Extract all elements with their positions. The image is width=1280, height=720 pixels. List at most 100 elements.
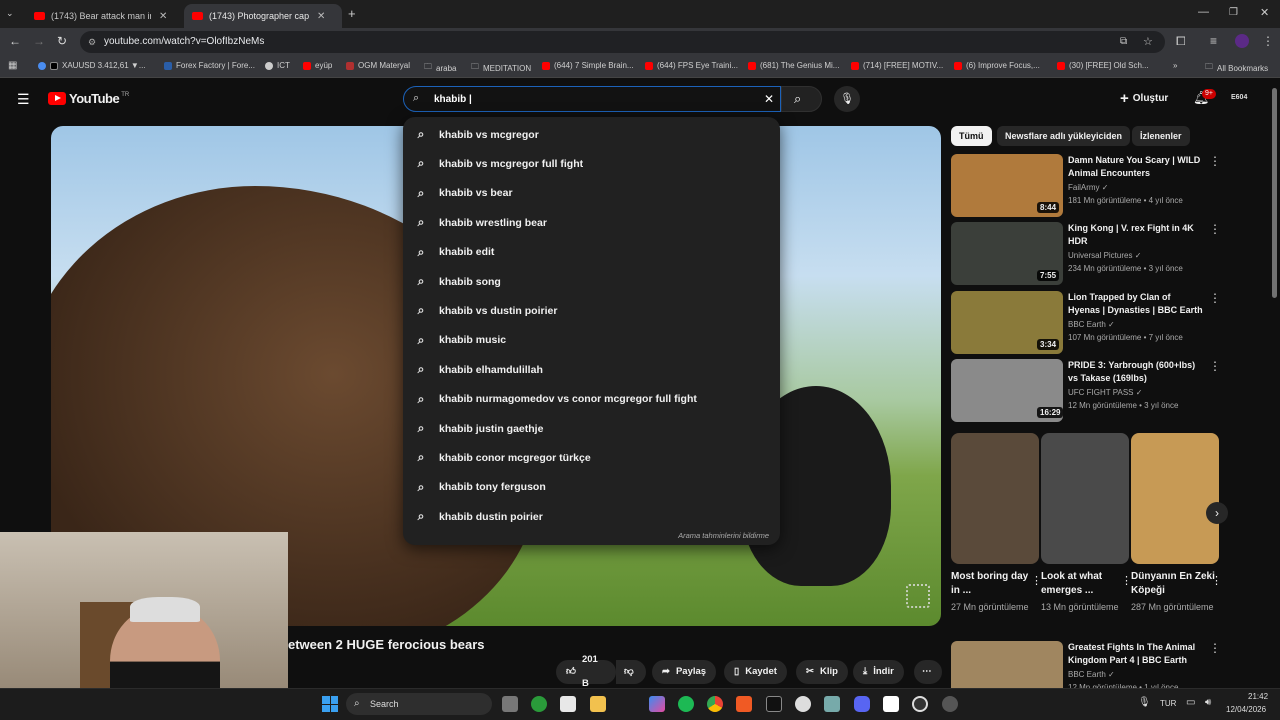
bookmarks-overflow-icon[interactable]: »	[1173, 61, 1177, 70]
restore-icon[interactable]: ❐	[1229, 7, 1238, 18]
language-indicator[interactable]: TUR	[1160, 699, 1176, 708]
spotify-icon[interactable]	[678, 696, 694, 712]
report-predictions-link[interactable]: Arama tahminlerini bildirme	[678, 531, 769, 540]
short-title[interactable]: Dünyanın En Zeki Köpeği	[1131, 570, 1219, 598]
more-options-icon[interactable]: ⋮	[1209, 641, 1221, 655]
network-icon[interactable]: ▭	[1186, 697, 1195, 708]
chrome-taskbar-icon[interactable]	[707, 696, 723, 712]
site-info-icon[interactable]: ⚙	[88, 31, 96, 53]
tradingview-taskbar-icon[interactable]	[766, 696, 782, 712]
chatgpt-icon[interactable]	[795, 696, 811, 712]
youtube-logo[interactable]: YouTube TR	[48, 91, 129, 106]
capcut-icon[interactable]	[883, 696, 899, 712]
like-button[interactable]: 👍︎ 201 B	[556, 654, 616, 689]
share-button[interactable]: ➦ Paylaş	[652, 660, 717, 684]
short-thumbnail[interactable]	[951, 433, 1039, 564]
clear-search-icon[interactable]: ✕	[764, 92, 774, 106]
bookmark-motiv[interactable]: (714) [FREE] MOTIV...	[851, 61, 943, 70]
chip-uploader[interactable]: Newsflare adlı yükleyiciden	[997, 126, 1131, 146]
new-tab-button[interactable]: +	[348, 6, 356, 21]
bookmark-focus[interactable]: (6) Improve Focus,...	[954, 61, 1040, 70]
more-options-icon[interactable]: ⋮	[1209, 359, 1221, 373]
brave-icon[interactable]	[736, 696, 752, 712]
suggestion-item[interactable]: ⌕ khabib edit	[403, 238, 780, 267]
clock-time[interactable]: 21:42	[1248, 692, 1268, 701]
windows-start-icon[interactable]	[322, 696, 338, 712]
short-thumbnail[interactable]	[1131, 433, 1219, 564]
xbox-icon[interactable]	[531, 696, 547, 712]
suggestion-item[interactable]: ⌕ khabib dustin poirier	[403, 502, 780, 531]
bookmark-star-icon[interactable]: ☆	[1143, 31, 1153, 53]
related-title[interactable]: PRIDE 3: Yarbrough (600+lbs) vs Takase (…	[1068, 359, 1203, 385]
tab-bear-attack[interactable]: (1743) Bear attack man in fores ✕	[26, 4, 182, 28]
short-item[interactable]: Look at what emerges ... 13 Mn görüntülem…	[1041, 433, 1132, 614]
reload-icon[interactable]: ↻	[57, 34, 67, 48]
short-item[interactable]: Most boring day in ... 27 Mn görüntüleme ⋮	[951, 433, 1042, 614]
download-button[interactable]: ⤓ İndir	[853, 660, 904, 684]
channel-name[interactable]: BBC Earth ✓	[1068, 670, 1115, 679]
bookmark-simple-brain[interactable]: (644) 7 Simple Brain...	[542, 61, 634, 70]
profile-icon[interactable]	[1235, 34, 1249, 48]
shorts-next-icon[interactable]: ›	[1206, 502, 1228, 524]
bookmark-old-sch[interactable]: (30) [FREE] Old Sch...	[1057, 61, 1149, 70]
chip-all[interactable]: Tümü	[951, 126, 992, 146]
channel-name[interactable]: Universal Pictures ✓	[1068, 251, 1141, 260]
bookmark-forex-factory[interactable]: Forex Factory | Fore...	[164, 61, 255, 70]
menu-icon[interactable]: ☰	[17, 91, 30, 108]
tab-search-icon[interactable]: ⌄	[6, 8, 14, 19]
explorer-icon[interactable]	[590, 696, 606, 712]
apps-icon[interactable]: ▦	[8, 60, 17, 71]
tab-close-icon[interactable]: ✕	[159, 11, 167, 22]
tab-photographer[interactable]: (1743) Photographer captur ✕	[184, 4, 342, 28]
suggestion-item[interactable]: ⌕ khabib tony ferguson	[403, 473, 780, 502]
minimize-icon[interactable]: —	[1198, 6, 1209, 18]
steam-icon[interactable]	[942, 696, 958, 712]
bookmark-ogm[interactable]: OGM Materyal	[346, 61, 410, 70]
taskbar-search[interactable]: ⌕ Search	[346, 693, 492, 715]
more-actions-button[interactable]: ⋯	[914, 660, 942, 684]
clip-button[interactable]: ✂ Klip	[796, 660, 848, 684]
channel-name[interactable]: FailArmy ✓	[1068, 183, 1109, 192]
related-title[interactable]: Damn Nature You Scary | WILD Animal Enco…	[1068, 154, 1203, 180]
avatar[interactable]: E604	[1231, 94, 1247, 101]
copilot-icon[interactable]	[649, 696, 665, 712]
suggestion-item[interactable]: ⌕ khabib justin gaethje	[403, 414, 780, 443]
dislike-button[interactable]: 👎︎	[616, 660, 646, 684]
search-button[interactable]: ⌕	[781, 86, 822, 112]
bookmark-folder-araba[interactable]: 🗀 araba	[424, 61, 456, 75]
bookmark-fps-eye[interactable]: (644) FPS Eye Traini...	[645, 61, 738, 70]
create-button[interactable]: + Oluştur	[1120, 90, 1168, 107]
more-options-icon[interactable]: ⋮	[1209, 222, 1221, 236]
bookmark-folder-meditation[interactable]: 🗀 MEDITATION	[471, 61, 531, 75]
related-title[interactable]: Lion Trapped by Clan of Hyenas | Dynasti…	[1068, 291, 1203, 317]
save-button[interactable]: ▯ Kaydet	[724, 660, 787, 684]
suggestion-item[interactable]: ⌕ khabib song	[403, 267, 780, 296]
suggestion-item[interactable]: ⌕ khabib conor mcgregor türkçe	[403, 443, 780, 472]
media-icon[interactable]: ≡	[1210, 34, 1217, 48]
bookmark-xauusd[interactable]: XAUUSD 3.412,61 ▼...	[38, 61, 146, 70]
close-window-icon[interactable]: ✕	[1260, 6, 1269, 19]
tab-close-icon[interactable]: ✕	[317, 11, 325, 22]
short-title[interactable]: Look at what emerges ...	[1041, 570, 1129, 598]
bookmark-genius[interactable]: (681) The Genius Mi...	[748, 61, 839, 70]
discord-icon[interactable]	[854, 696, 870, 712]
suggestion-item[interactable]: ⌕ khabib vs mcgregor	[403, 120, 780, 149]
bookmark-eyup[interactable]: eyüp	[303, 61, 332, 70]
back-icon[interactable]: ←	[9, 34, 21, 48]
search-input[interactable]: ⌕ khabib | ✕	[403, 86, 781, 112]
related-title[interactable]: Greatest Fights In The Animal Kingdom Pa…	[1068, 641, 1203, 667]
clock-date[interactable]: 12/04/2026	[1226, 705, 1266, 714]
suggestion-item[interactable]: ⌕ khabib elhamdulillah	[403, 355, 780, 384]
suggestion-item[interactable]: ⌕ khabib wrestling bear	[403, 208, 780, 237]
bookmark-ict[interactable]: ICT	[265, 61, 290, 70]
extensions-icon[interactable]: ⧠	[1176, 34, 1186, 49]
short-thumbnail[interactable]	[1041, 433, 1129, 564]
related-video[interactable]: 8:44 Damn Nature You Scary | WILD Animal …	[951, 154, 1221, 219]
chip-watched[interactable]: İzlenenler	[1132, 126, 1190, 146]
browser-menu-icon[interactable]: ⋮	[1262, 34, 1274, 48]
related-video[interactable]: 16:29 PRIDE 3: Yarbrough (600+lbs) vs Tak…	[951, 359, 1221, 424]
task-view-icon[interactable]	[502, 696, 518, 712]
short-item[interactable]: Dünyanın En Zeki Köpeği 287 Mn görüntülem…	[1131, 433, 1222, 614]
more-options-icon[interactable]: ⋮	[1211, 574, 1222, 587]
store-icon[interactable]	[560, 696, 576, 712]
